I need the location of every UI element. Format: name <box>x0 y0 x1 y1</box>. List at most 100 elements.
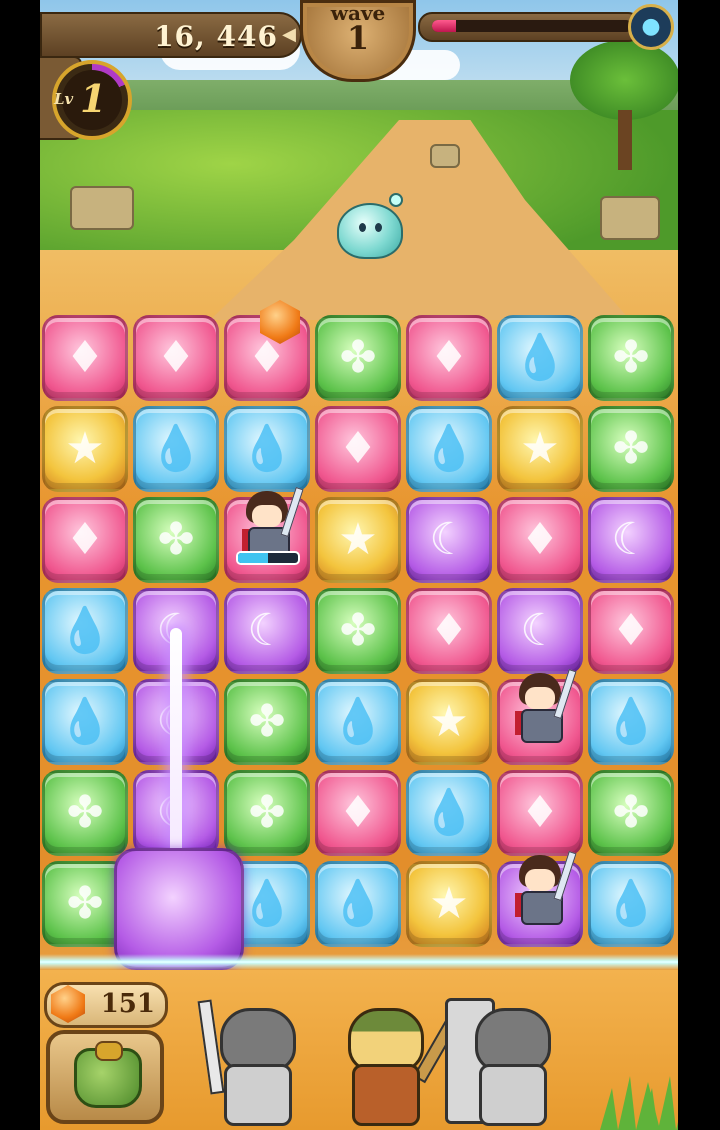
tile-heart[interactable]: ♦ <box>406 588 492 674</box>
hero-charge-bar <box>236 551 300 565</box>
water-symbol-icon: 💧 <box>603 696 659 747</box>
heart-symbol-icon: ♦ <box>429 332 469 383</box>
tile-leaf[interactable]: ✤ <box>315 315 401 401</box>
score-bar: 16, 446 ◀ <box>40 12 302 58</box>
tile-water[interactable]: 💧 <box>224 406 310 492</box>
tile-water[interactable]: 💧 <box>497 315 583 401</box>
tile-water[interactable]: 💧 <box>133 406 219 492</box>
water-symbol-icon: 💧 <box>239 878 295 929</box>
heart-symbol-icon: ♦ <box>65 332 105 383</box>
tile-moon[interactable]: ☾ <box>588 497 674 583</box>
water-symbol-icon: 💧 <box>57 605 113 656</box>
tile-moon[interactable]: ☾ <box>406 497 492 583</box>
tree <box>570 40 678 170</box>
water-symbol-icon: 💧 <box>421 423 477 474</box>
heart-symbol-icon: ♦ <box>520 514 560 565</box>
tile-star[interactable]: ★ <box>42 406 128 492</box>
heart-symbol-icon: ♦ <box>156 332 196 383</box>
orange-gem-icon <box>51 985 85 1023</box>
dragged-moon-tile[interactable] <box>114 848 244 970</box>
gem-counter[interactable]: 151 <box>44 982 168 1028</box>
heart-symbol-icon: ♦ <box>65 514 105 565</box>
hero-unit[interactable] <box>505 850 577 931</box>
tile-heart[interactable]: ♦ <box>497 770 583 856</box>
tile-heart[interactable]: ♦ <box>406 315 492 401</box>
water-symbol-icon: 💧 <box>330 878 386 929</box>
leaf-symbol-icon: ✤ <box>612 787 650 838</box>
level-number: 1 <box>80 76 107 121</box>
tile-leaf[interactable]: ✤ <box>588 315 674 401</box>
tile-heart[interactable]: ♦ <box>588 588 674 674</box>
party-member-archer[interactable] <box>318 990 458 1128</box>
arrow-left-icon: ◀ <box>282 24 296 45</box>
heart-symbol-icon: ♦ <box>520 787 560 838</box>
party-member-swordsman[interactable] <box>190 990 320 1128</box>
tile-water[interactable]: 💧 <box>588 861 674 947</box>
leaf-symbol-icon: ✤ <box>612 423 650 474</box>
tile-water[interactable]: 💧 <box>588 679 674 765</box>
tile-leaf[interactable]: ✤ <box>315 588 401 674</box>
tile-leaf[interactable]: ✤ <box>588 770 674 856</box>
slime-enemy[interactable] <box>333 193 405 259</box>
tile-leaf[interactable]: ✤ <box>224 770 310 856</box>
leaf-symbol-icon: ✤ <box>612 332 650 383</box>
star-symbol-icon: ★ <box>520 423 560 474</box>
water-symbol-icon: 💧 <box>603 878 659 929</box>
tile-water[interactable]: 💧 <box>42 679 128 765</box>
moon-symbol-icon: ☾ <box>429 514 469 565</box>
level-label: Lv <box>54 90 74 108</box>
tile-star[interactable]: ★ <box>406 679 492 765</box>
leaf-symbol-icon: ✤ <box>339 332 377 383</box>
tile-star[interactable]: ★ <box>315 497 401 583</box>
tile-heart[interactable]: ♦ <box>315 770 401 856</box>
heart-symbol-icon: ♦ <box>611 605 651 656</box>
rock-far <box>430 144 460 168</box>
moon-symbol-icon: ☾ <box>611 514 651 565</box>
hero-unit[interactable] <box>505 668 577 749</box>
tile-star[interactable]: ★ <box>497 406 583 492</box>
water-symbol-icon: 💧 <box>421 787 477 838</box>
leaf-symbol-icon: ✤ <box>66 878 104 929</box>
leaf-symbol-icon: ✤ <box>248 787 286 838</box>
tile-moon[interactable]: ☾ <box>497 588 583 674</box>
heart-symbol-icon: ♦ <box>338 423 378 474</box>
tile-water[interactable]: 💧 <box>315 679 401 765</box>
rock-left <box>70 186 134 230</box>
heart-symbol-icon: ♦ <box>429 605 469 656</box>
water-symbol-icon: 💧 <box>239 423 295 474</box>
tile-water[interactable]: 💧 <box>315 861 401 947</box>
tile-leaf[interactable]: ✤ <box>42 770 128 856</box>
tile-water[interactable]: 💧 <box>406 770 492 856</box>
green-backpack-icon <box>74 1041 142 1108</box>
tile-leaf[interactable]: ✤ <box>224 679 310 765</box>
water-symbol-icon: 💧 <box>330 696 386 747</box>
star-symbol-icon: ★ <box>429 878 469 929</box>
rock-right <box>600 196 660 240</box>
moon-symbol-icon: ☾ <box>520 605 560 656</box>
score-value: 16, 446 <box>154 20 278 53</box>
water-symbol-icon: 💧 <box>512 332 568 383</box>
tile-heart[interactable]: ♦ <box>315 406 401 492</box>
tile-heart[interactable]: ♦ <box>497 497 583 583</box>
enemy-hp-fill <box>432 20 456 32</box>
star-symbol-icon: ★ <box>338 514 378 565</box>
tile-water[interactable]: 💧 <box>42 588 128 674</box>
cat-demon-icon: ● <box>628 4 674 50</box>
tile-heart[interactable]: ♦ <box>133 315 219 401</box>
inventory-bag-button[interactable] <box>46 1030 164 1124</box>
tile-leaf[interactable]: ✤ <box>133 497 219 583</box>
tile-water[interactable]: 💧 <box>406 406 492 492</box>
wave-number: 1 <box>346 19 370 57</box>
moon-symbol-icon: ☾ <box>247 605 287 656</box>
tile-heart[interactable]: ♦ <box>42 497 128 583</box>
party-member-knight[interactable] <box>445 990 575 1128</box>
leaf-symbol-icon: ✤ <box>248 696 286 747</box>
board-edge-lightning <box>40 954 678 970</box>
level-badge[interactable]: Lv 1 <box>40 56 140 146</box>
tile-star[interactable]: ★ <box>406 861 492 947</box>
tile-heart[interactable]: ♦ <box>42 315 128 401</box>
water-symbol-icon: 💧 <box>148 423 204 474</box>
tile-leaf[interactable]: ✤ <box>588 406 674 492</box>
tile-moon[interactable]: ☾ <box>224 588 310 674</box>
game-screen: 16, 446 ◀ wave 1 ● Lv 1 ♦ ♦ ♦ ✤ ♦ 💧 ✤ ★ 💧 💧 ♦ 💧 ★ ✤ ♦ ✤… <box>40 0 678 1130</box>
